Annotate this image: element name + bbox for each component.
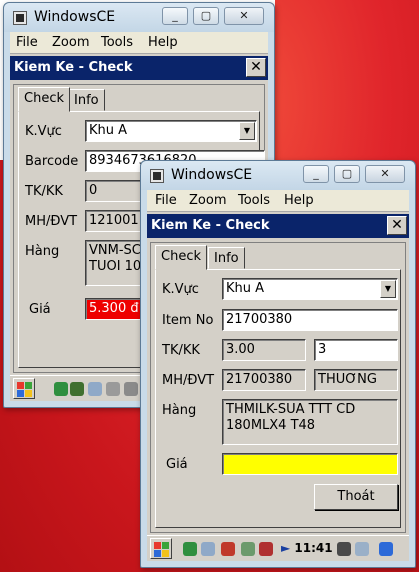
device-screen: File Zoom Tools Help Kiem Ke - Check ✕ C… — [147, 190, 409, 561]
emulator-window-front: WindowsCE _ ▢ ✕ File Zoom Tools Help Kie… — [140, 160, 416, 568]
mhdvt-label: MH/ĐVT — [162, 373, 215, 388]
kvuc-label: K.Vực — [25, 124, 62, 139]
minimize-button[interactable]: _ — [162, 7, 188, 25]
chevron-down-icon[interactable]: ▼ — [239, 122, 255, 140]
arrow-right-icon: ► — [281, 541, 291, 555]
hang-value: THMILK-SUA TTT CD 180MLX4 T48 — [222, 399, 398, 445]
close-window-button[interactable]: ✕ — [365, 165, 405, 183]
gia-value — [222, 453, 398, 475]
alert-icon[interactable] — [259, 542, 273, 556]
menu-file[interactable]: File — [16, 35, 38, 50]
menu-tools[interactable]: Tools — [101, 35, 133, 50]
maximize-button[interactable]: ▢ — [334, 165, 360, 183]
hang-label: Hàng — [162, 403, 197, 418]
windows-logo-icon-part — [154, 550, 161, 557]
windows-logo-icon-part — [25, 390, 32, 397]
dialog-close-button[interactable]: ✕ — [246, 58, 266, 77]
tab-check[interactable]: Check — [18, 87, 70, 112]
input-mode-icon[interactable] — [337, 542, 351, 556]
windows-logo-icon-part — [162, 542, 169, 549]
tab-info[interactable]: Info — [208, 247, 245, 269]
windows-logo-icon — [17, 382, 24, 389]
titlebar: WindowsCE _ ▢ ✕ — [141, 161, 415, 190]
barcode-label: Barcode — [25, 154, 79, 169]
taskbar: ► 11:41 — [147, 535, 409, 561]
windows-logo-icon — [154, 542, 161, 549]
network-icon[interactable] — [241, 542, 255, 556]
settings-icon[interactable] — [124, 382, 138, 396]
desktop-icon[interactable] — [379, 542, 393, 556]
window-title: WindowsCE — [34, 9, 116, 25]
volume-icon[interactable] — [221, 542, 235, 556]
bluetooth-icon[interactable] — [106, 382, 120, 396]
start-button[interactable] — [150, 538, 172, 559]
clock[interactable]: ► 11:41 — [281, 541, 333, 555]
menu-file[interactable]: File — [155, 193, 177, 208]
kvuc-value: Khu A — [226, 281, 265, 296]
kvuc-value: Khu A — [89, 123, 128, 138]
mh-value: 21700380 — [222, 369, 306, 391]
windows-logo-icon-part — [25, 382, 32, 389]
tk-value: 3.00 — [222, 339, 306, 361]
tkkk-label: TK/KK — [162, 343, 200, 358]
kvuc-label: K.Vực — [162, 282, 199, 297]
start-button[interactable] — [13, 378, 35, 399]
menu-tools[interactable]: Tools — [238, 193, 270, 208]
dialog-title: Kiem Ke - Check — [151, 218, 270, 233]
connection-icon[interactable] — [201, 542, 215, 556]
network-icon[interactable] — [70, 382, 84, 396]
titlebar: WindowsCE _ ▢ ✕ — [4, 3, 274, 32]
menubar: File Zoom Tools Help — [10, 32, 268, 54]
app-icon — [13, 11, 27, 25]
dialog-body: Check Info K.Vực Khu A ▼ Item No 2170038… — [150, 242, 406, 533]
app-icon — [150, 169, 164, 183]
mhdvt-label: MH/ĐVT — [25, 214, 78, 229]
kvuc-select[interactable]: Khu A ▼ — [222, 278, 398, 300]
gia-label: Giá — [29, 302, 51, 317]
tab-page-check: K.Vực Khu A ▼ Item No 21700380 TK/KK 3.0… — [155, 269, 401, 528]
hang-label: Hàng — [25, 244, 60, 259]
tkkk-label: TK/KK — [25, 184, 63, 199]
network-icon[interactable] — [183, 542, 197, 556]
itemno-label: Item No — [162, 313, 214, 328]
window-title: WindowsCE — [171, 167, 253, 183]
keyboard-icon[interactable] — [355, 542, 369, 556]
dialog-title-bar: Kiem Ke - Check ✕ — [147, 214, 409, 238]
minimize-button[interactable]: _ — [303, 165, 329, 183]
menubar: File Zoom Tools Help — [147, 190, 409, 212]
tab-info[interactable]: Info — [68, 89, 105, 111]
chevron-down-icon[interactable]: ▼ — [380, 280, 396, 298]
menu-help[interactable]: Help — [284, 193, 314, 208]
windows-logo-icon-part — [17, 390, 24, 397]
maximize-button[interactable]: ▢ — [193, 7, 219, 25]
tab-check[interactable]: Check — [155, 245, 207, 270]
kk-input[interactable]: 3 — [314, 339, 398, 361]
menu-zoom[interactable]: Zoom — [52, 35, 89, 50]
clock-time: 11:41 — [294, 541, 333, 555]
dvt-value: THUƠNG — [314, 369, 398, 391]
dialog-close-button[interactable]: ✕ — [387, 216, 407, 235]
close-window-button[interactable]: ✕ — [224, 7, 264, 25]
kvuc-select[interactable]: Khu A ▼ — [85, 120, 257, 142]
windows-logo-icon-part — [162, 550, 169, 557]
dialog-title-bar: Kiem Ke - Check ✕ — [10, 56, 268, 80]
network-icon[interactable] — [54, 382, 68, 396]
exit-button[interactable]: Thoát — [314, 484, 398, 510]
gia-label: Giá — [166, 457, 188, 472]
dialog-title: Kiem Ke - Check — [14, 60, 133, 75]
menu-help[interactable]: Help — [148, 35, 178, 50]
menu-zoom[interactable]: Zoom — [189, 193, 226, 208]
itemno-input[interactable]: 21700380 — [222, 309, 398, 331]
connection-icon[interactable] — [88, 382, 102, 396]
